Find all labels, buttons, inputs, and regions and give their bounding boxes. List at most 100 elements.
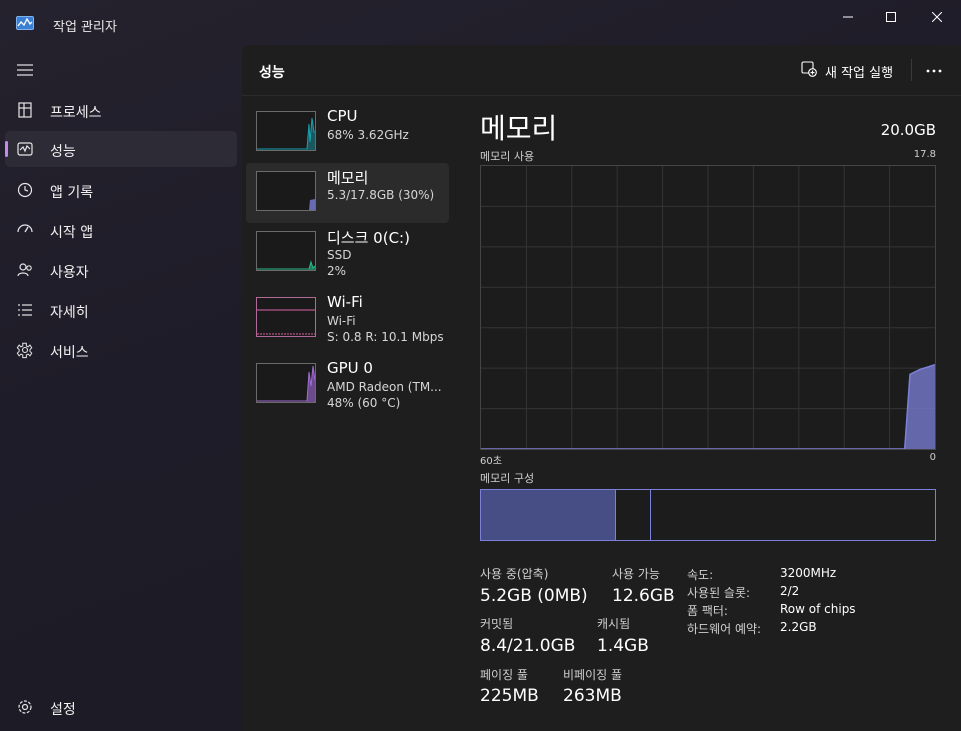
cpu-thumbnail <box>256 111 316 151</box>
sidebar-item-label: 앱 기록 <box>50 185 94 201</box>
resource-subtitle: 48% (60 °C) <box>327 396 401 410</box>
sidebar-item-processes[interactable]: 프로세스 <box>5 92 237 128</box>
sidebar-item-app-history[interactable]: 앱 기록 <box>5 172 237 208</box>
x-axis-start-label: 60초 <box>480 456 502 467</box>
sidebar-item-label: 성능 <box>50 144 76 160</box>
disk-thumbnail <box>256 231 316 271</box>
hardware-reserved-value: 2.2GB <box>780 620 817 634</box>
more-icon[interactable] <box>924 61 944 81</box>
resource-title: 디스크 0(C:) <box>327 229 410 247</box>
resource-item-gpu[interactable]: GPU 0 AMD Radeon (TM... 48% (60 °C) <box>246 355 449 415</box>
run-new-task-button[interactable]: 새 작업 실행 <box>801 61 893 81</box>
resource-subtitle: AMD Radeon (TM... <box>327 380 442 394</box>
available-label: 사용 가능 <box>612 567 660 581</box>
nonpaged-pool-label: 비페이징 풀 <box>563 668 623 682</box>
resource-item-disk[interactable]: 디스크 0(C:) SSD 2% <box>246 223 449 283</box>
maximize-icon <box>886 7 896 26</box>
main-header: 성능 새 작업 실행 <box>242 45 961 96</box>
settings-label: 설정 <box>50 702 76 718</box>
header-divider <box>911 59 912 81</box>
memory-composition-bar <box>480 489 936 541</box>
close-button[interactable] <box>914 0 960 32</box>
nonpaged-pool-value: 263MB <box>563 686 622 706</box>
cached-label: 캐시됨 <box>597 617 631 631</box>
sidebar-item-details[interactable]: 자세히 <box>5 292 237 328</box>
gear-icon <box>16 698 34 716</box>
gpu-thumbnail <box>256 363 316 403</box>
composition-in-use <box>481 490 616 540</box>
resource-subtitle: 5.3/17.8GB (30%) <box>327 188 435 202</box>
speed-label: 속도: <box>687 568 714 582</box>
performance-icon <box>16 140 34 158</box>
sidebar-item-label: 시작 앱 <box>50 225 94 241</box>
resource-item-cpu[interactable]: CPU 68% 3.62GHz <box>246 103 449 163</box>
close-icon <box>931 7 943 26</box>
history-icon <box>16 181 34 199</box>
cached-value: 1.4GB <box>597 636 649 656</box>
committed-value: 8.4/21.0GB <box>480 636 576 656</box>
sidebar: 프로세스 성능 앱 기록 시작 앱 사용자 자세히 서비스 설정 <box>0 44 242 731</box>
sidebar-item-users[interactable]: 사용자 <box>5 252 237 288</box>
minimize-icon <box>843 7 853 26</box>
processes-icon <box>16 101 34 119</box>
memory-composition-label: 메모리 구성 <box>480 472 535 485</box>
paged-pool-value: 225MB <box>480 686 539 706</box>
resource-subtitle: 68% 3.62GHz <box>327 128 409 142</box>
committed-label: 커밋됨 <box>480 617 514 631</box>
resource-title: 메모리 <box>327 169 369 187</box>
memory-usage-max: 17.8 <box>913 149 936 160</box>
main-panel: 성능 새 작업 실행 CPU 68% 3.62GHz 메모리 5.3/17.8G… <box>242 45 961 731</box>
available-value: 12.6GB <box>612 586 675 606</box>
sidebar-item-startup-apps[interactable]: 시작 앱 <box>5 212 237 248</box>
slots-value: 2/2 <box>780 584 800 598</box>
startup-icon <box>16 221 34 239</box>
form-factor-label: 폼 팩터: <box>687 604 728 618</box>
window-title: 작업 관리자 <box>53 20 117 35</box>
hamburger-icon[interactable] <box>16 62 34 76</box>
new-task-icon <box>801 61 817 81</box>
task-manager-window: 작업 관리자 프로세스 성능 앱 기록 시작 앱 사용자 자세히 서비스 설정 … <box>0 0 961 731</box>
resource-item-memory[interactable]: 메모리 5.3/17.8GB (30%) <box>246 163 449 223</box>
memory-usage-chart <box>481 166 936 450</box>
sidebar-item-performance[interactable]: 성능 <box>5 131 237 167</box>
resource-subtitle: S: 0.8 R: 10.1 Mbps <box>327 330 444 344</box>
wifi-thumbnail <box>256 297 316 337</box>
resource-title: Wi-Fi <box>327 293 363 311</box>
minimize-button[interactable] <box>825 0 871 32</box>
title-bar: 작업 관리자 <box>0 0 961 44</box>
users-icon <box>16 261 34 279</box>
x-axis-end-label: 0 <box>929 452 936 463</box>
active-indicator <box>5 141 8 157</box>
details-icon <box>16 301 34 319</box>
sidebar-item-label: 프로세스 <box>50 105 102 121</box>
maximize-button[interactable] <box>868 0 914 32</box>
paged-pool-label: 페이징 풀 <box>480 668 528 682</box>
in-use-label: 사용 중(압축) <box>480 567 549 581</box>
sidebar-item-label: 자세히 <box>50 305 89 321</box>
resource-title: GPU 0 <box>327 359 373 377</box>
in-use-value: 5.2GB (0MB) <box>480 586 588 606</box>
memory-thumbnail <box>256 171 316 211</box>
form-factor-value: Row of chips <box>780 602 856 616</box>
page-title: 성능 <box>259 65 285 81</box>
resource-title: CPU <box>327 107 358 125</box>
speed-value: 3200MHz <box>780 566 837 580</box>
resource-subtitle: 2% <box>327 264 347 278</box>
sidebar-item-settings[interactable]: 설정 <box>5 689 237 725</box>
slots-label: 사용된 슬롯: <box>687 586 751 600</box>
task-manager-app-icon <box>16 15 34 30</box>
memory-usage-label: 메모리 사용 <box>480 150 535 163</box>
resource-subtitle: SSD <box>327 248 352 262</box>
sidebar-item-label: 사용자 <box>50 265 89 281</box>
run-new-task-label: 새 작업 실행 <box>825 65 894 81</box>
sidebar-item-label: 서비스 <box>50 345 89 361</box>
memory-usage-graph <box>480 165 936 450</box>
sidebar-item-services[interactable]: 서비스 <box>5 332 237 368</box>
memory-title: 메모리 <box>480 112 558 145</box>
resource-subtitle: Wi-Fi <box>327 314 356 328</box>
hardware-reserved-label: 하드웨어 예약: <box>687 622 762 636</box>
services-icon <box>16 341 34 359</box>
composition-modified <box>616 490 651 540</box>
memory-total: 20.0GB <box>880 121 936 139</box>
resource-item-wifi[interactable]: Wi-Fi Wi-Fi S: 0.8 R: 10.1 Mbps <box>246 289 449 349</box>
